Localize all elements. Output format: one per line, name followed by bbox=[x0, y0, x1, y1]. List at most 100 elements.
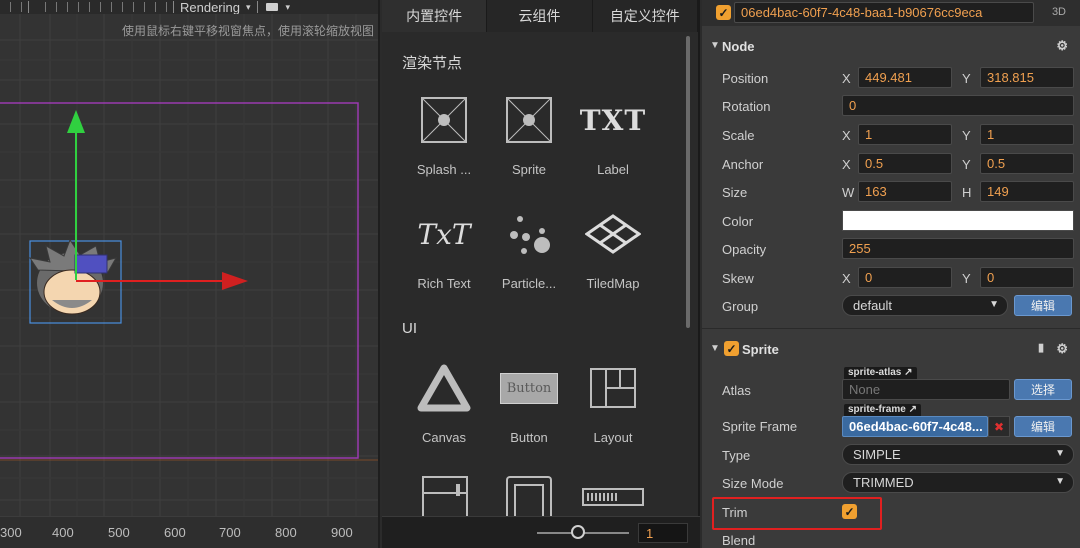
align-top-icon[interactable] bbox=[111, 2, 123, 12]
opacity-label: Opacity bbox=[722, 242, 767, 257]
axis-h-label: H bbox=[962, 185, 972, 200]
scale-x-field[interactable]: 1 bbox=[858, 124, 952, 145]
rotation-field[interactable]: 0 bbox=[842, 95, 1074, 116]
asset-rich-text[interactable]: TxT Rich Text bbox=[402, 204, 486, 304]
select-atlas-button[interactable]: 选择 bbox=[1014, 379, 1072, 400]
position-x-field[interactable]: 449.481 bbox=[858, 67, 952, 88]
sprite-enabled-checkbox[interactable]: ✓ bbox=[724, 341, 739, 356]
clear-icon[interactable]: ✖ bbox=[988, 416, 1010, 437]
skew-y-field[interactable]: 0 bbox=[980, 267, 1074, 288]
node-section-header[interactable]: ▼ Node ⚙ bbox=[702, 33, 1080, 59]
sprite-frame-tag: sprite-frame ↗ bbox=[844, 404, 921, 416]
layout-icon bbox=[583, 358, 643, 418]
chevron-down-icon[interactable]: ▾ bbox=[286, 2, 291, 13]
asset-label: Canvas bbox=[421, 430, 467, 445]
scale-y-field[interactable]: 1 bbox=[980, 124, 1074, 145]
tiledmap-icon bbox=[583, 204, 643, 264]
rich-text-icon: TxT bbox=[414, 204, 474, 264]
align-bottom-icon[interactable] bbox=[155, 2, 167, 12]
tab-builtin-controls[interactable]: 内置控件 bbox=[382, 0, 488, 32]
asset-scrollview-icon[interactable] bbox=[422, 476, 468, 516]
rendering-dropdown[interactable]: Rendering ▾ bbox=[180, 0, 251, 14]
type-dropdown[interactable]: SIMPLE ▼ bbox=[842, 444, 1074, 465]
group-dropdown[interactable]: default ▼ bbox=[842, 295, 1008, 316]
rendering-label: Rendering bbox=[180, 0, 240, 14]
align-right-icon[interactable] bbox=[89, 2, 101, 12]
rect-tool-icon[interactable] bbox=[10, 2, 22, 12]
camera-icon[interactable] bbox=[265, 3, 278, 11]
size-mode-label: Size Mode bbox=[722, 476, 784, 491]
collapse-triangle-icon: ▼ bbox=[710, 40, 720, 51]
controls-scrollbar[interactable] bbox=[686, 36, 690, 328]
anchor-label: Anchor bbox=[722, 157, 764, 172]
opacity-field[interactable]: 255 bbox=[842, 238, 1074, 259]
asset-progressbar-icon[interactable] bbox=[582, 488, 644, 506]
ruler-label: 700 bbox=[219, 525, 241, 540]
group-label: Group bbox=[722, 299, 759, 314]
size-h-field[interactable]: 149 bbox=[980, 181, 1074, 202]
size-mode-dropdown[interactable]: TRIMMED ▼ bbox=[842, 472, 1074, 493]
size-w-field[interactable]: 163 bbox=[858, 181, 952, 202]
asset-layout[interactable]: Layout bbox=[571, 358, 655, 458]
position-y-field[interactable]: 318.815 bbox=[980, 67, 1074, 88]
asset-label-control[interactable]: TXT Label bbox=[571, 90, 655, 190]
external-link-icon[interactable]: ↗ bbox=[909, 404, 917, 415]
asset-button[interactable]: Button Button bbox=[487, 358, 571, 458]
external-link-icon[interactable]: ↗ bbox=[904, 367, 912, 378]
label-icon: TXT bbox=[579, 90, 647, 150]
color-swatch[interactable] bbox=[842, 210, 1074, 231]
axis-x-label: X bbox=[842, 128, 851, 143]
help-book-icon[interactable]: ▮ bbox=[1038, 341, 1044, 354]
asset-label: Label bbox=[597, 162, 629, 177]
3d-toggle[interactable]: 3D bbox=[1052, 6, 1066, 18]
axis-y-label: Y bbox=[962, 271, 971, 286]
label-glyph: TXT bbox=[579, 103, 647, 137]
tab-custom-controls[interactable]: 自定义控件 bbox=[592, 0, 698, 32]
asset-tiledmap[interactable]: TiledMap bbox=[571, 204, 655, 304]
position-label: Position bbox=[722, 71, 769, 86]
node-active-checkbox[interactable]: ✓ bbox=[716, 5, 731, 20]
ruler-label: 400 bbox=[52, 525, 74, 540]
zoom-value-field[interactable]: 1 bbox=[638, 523, 688, 543]
gear-icon[interactable]: ⚙ bbox=[1056, 38, 1068, 54]
sprite-icon bbox=[499, 90, 559, 150]
sprite-frame-field[interactable]: 06ed4bac-60f7-4c48... bbox=[842, 416, 988, 437]
sprite-atlas-tag: sprite-atlas ↗ bbox=[844, 367, 917, 379]
ruler-label: 800 bbox=[275, 525, 297, 540]
asset-label: Button bbox=[510, 430, 548, 445]
asset-label: Layout bbox=[593, 430, 633, 445]
asset-sprite[interactable]: Sprite bbox=[487, 90, 571, 190]
axis-x-label: X bbox=[842, 157, 851, 172]
scene-view[interactable]: Rendering ▾ ▾ 使用鼠标右键平移视窗焦点，使用滚轮缩放视图 300 … bbox=[0, 0, 380, 548]
sprite-section-header[interactable]: ▼ ✓ Sprite ▮ ⚙ bbox=[702, 336, 1080, 362]
atlas-field[interactable]: None bbox=[842, 379, 1010, 400]
align-left-icon[interactable] bbox=[45, 2, 57, 12]
node-uuid-field[interactable]: 06ed4bac-60f7-4c48-baa1-b90676cc9eca bbox=[734, 2, 1034, 23]
gear-icon[interactable]: ⚙ bbox=[1056, 341, 1068, 357]
asset-canvas[interactable]: Canvas bbox=[402, 358, 486, 458]
asset-pageview-icon[interactable] bbox=[506, 476, 552, 518]
particle-icon bbox=[499, 204, 559, 264]
toolbar-divider bbox=[256, 1, 258, 13]
asset-splash[interactable]: Splash ... bbox=[402, 90, 486, 190]
sprite-frame-label: Sprite Frame bbox=[722, 419, 798, 434]
node-header: ✓ 06ed4bac-60f7-4c48-baa1-b90676cc9eca 3… bbox=[702, 0, 1080, 26]
scene-ruler: 300 400 500 600 700 800 900 bbox=[0, 516, 378, 548]
align-center-icon[interactable] bbox=[67, 2, 79, 12]
skew-x-field[interactable]: 0 bbox=[858, 267, 952, 288]
chevron-down-icon: ▼ bbox=[989, 299, 999, 310]
align-middle-icon[interactable] bbox=[133, 2, 145, 12]
color-label: Color bbox=[722, 214, 754, 229]
edit-group-button[interactable]: 编辑 bbox=[1014, 295, 1072, 316]
zoom-slider-knob[interactable] bbox=[571, 525, 585, 539]
asset-particle[interactable]: Particle... bbox=[487, 204, 571, 304]
chevron-down-icon: ▾ bbox=[246, 1, 251, 12]
axis-y-label: Y bbox=[962, 71, 971, 86]
section-divider bbox=[702, 328, 1080, 329]
axis-y-label: Y bbox=[962, 157, 971, 172]
anchor-x-field[interactable]: 0.5 bbox=[858, 153, 952, 174]
anchor-y-field[interactable]: 0.5 bbox=[980, 153, 1074, 174]
tab-cloud-components[interactable]: 云组件 bbox=[487, 0, 593, 32]
edit-sprite-frame-button[interactable]: 编辑 bbox=[1014, 416, 1072, 437]
asset-label: TiledMap bbox=[586, 276, 640, 291]
